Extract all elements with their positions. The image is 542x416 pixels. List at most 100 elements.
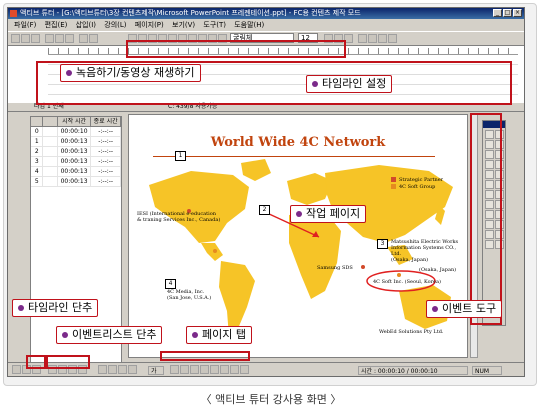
event-start-time: 00:00:13 bbox=[58, 177, 92, 186]
group-marker bbox=[397, 273, 401, 277]
label-osaka: (Osaka, Japan) bbox=[419, 267, 457, 273]
open-file-icon[interactable] bbox=[21, 34, 30, 43]
align-center-icon[interactable] bbox=[378, 34, 387, 43]
page-tab[interactable] bbox=[210, 365, 219, 374]
col-type-header bbox=[43, 117, 58, 126]
event-row[interactable]: 4 00:00:13 -:--:-- bbox=[31, 167, 121, 177]
label-4c-korea: 4C Soft Inc. (Seoul, Korea) bbox=[373, 279, 441, 285]
event-type-icon bbox=[43, 157, 58, 166]
menu-insert[interactable]: 삽입(I) bbox=[76, 21, 96, 29]
callout-dot-icon bbox=[18, 305, 24, 311]
cut-icon[interactable] bbox=[45, 34, 54, 43]
page-tab[interactable] bbox=[230, 365, 239, 374]
menu-page[interactable]: 페이지(P) bbox=[135, 21, 164, 29]
page-tab[interactable] bbox=[180, 365, 189, 374]
page-tab[interactable] bbox=[200, 365, 209, 374]
callout-page-tab-text: 페이지 탭 bbox=[202, 328, 246, 341]
event-list-header: 시작 시간 종료 시간 bbox=[31, 117, 121, 127]
callout-dot-icon bbox=[62, 332, 68, 338]
event-end-time: -:--:-- bbox=[91, 127, 121, 136]
font-color-icon[interactable] bbox=[358, 34, 367, 43]
world-map bbox=[149, 159, 453, 337]
event-start-time: 00:00:10 bbox=[58, 127, 92, 136]
event-row[interactable]: 1 00:00:13 -:--:-- bbox=[31, 137, 121, 147]
event-end-time: -:--:-- bbox=[91, 167, 121, 176]
left-tool-strip bbox=[11, 116, 27, 363]
event-row[interactable]: 3 00:00:13 -:--:-- bbox=[31, 157, 121, 167]
page-tab[interactable] bbox=[190, 365, 199, 374]
event-number: 1 bbox=[31, 137, 44, 146]
new-file-icon[interactable] bbox=[11, 34, 20, 43]
status-time: 시간 : 00:00:10 / 00:00:10 bbox=[358, 366, 468, 375]
map-greenland bbox=[241, 159, 271, 181]
figure-caption: 〈 액티브 튜터 강사용 화면 〉 bbox=[200, 393, 342, 406]
event-number: 0 bbox=[31, 127, 44, 136]
event-end-time: -:--:-- bbox=[91, 157, 121, 166]
callout-event-tool-text: 이벤트 도구 bbox=[442, 302, 497, 315]
minimize-icon[interactable]: _ bbox=[493, 9, 502, 17]
map-legend: Strategic Partner 4C Soft Group bbox=[391, 177, 443, 191]
menu-view[interactable]: 보기(V) bbox=[172, 21, 195, 29]
undo-icon[interactable] bbox=[79, 34, 88, 43]
work-page-canvas[interactable]: World Wide 4C Network 1 Strategic Partne… bbox=[128, 114, 468, 358]
save-icon[interactable] bbox=[31, 34, 40, 43]
page-tab[interactable] bbox=[170, 365, 179, 374]
callout-page-tab: 페이지 탭 bbox=[186, 326, 252, 344]
close-icon[interactable]: × bbox=[513, 9, 522, 17]
maximize-icon[interactable]: □ bbox=[503, 9, 512, 17]
menu-help[interactable]: 도움말(H) bbox=[234, 21, 264, 29]
event-start-time: 00:00:13 bbox=[58, 147, 92, 156]
event-list-button-highlight bbox=[46, 355, 90, 369]
page-last-icon[interactable] bbox=[128, 365, 137, 374]
callout-work-page: 작업 페이지 bbox=[290, 205, 367, 223]
window-controls: _ □ × bbox=[493, 9, 522, 17]
redo-icon[interactable] bbox=[89, 34, 98, 43]
page-tab[interactable] bbox=[220, 365, 229, 374]
callout-event-list-button-text: 이벤트리스트 단추 bbox=[72, 328, 157, 341]
callout-dot-icon bbox=[192, 332, 198, 338]
event-number: 3 bbox=[31, 157, 44, 166]
title-bar: 액티브 튜터 - [G:\액티브튜터\3장 컨텐츠제작\Microsoft Po… bbox=[8, 8, 524, 19]
menu-edit[interactable]: 편집(E) bbox=[45, 21, 68, 29]
menu-lecture[interactable]: 강의(L) bbox=[104, 21, 126, 29]
col-start-header[interactable]: 시작 시간 bbox=[58, 117, 92, 126]
event-list-rows: 0 00:00:10 -:--:-- 1 00:00:13 -:--:-- 2 00:00:1… bbox=[31, 127, 121, 187]
event-number: 2 bbox=[31, 147, 44, 156]
event-type-icon bbox=[43, 177, 58, 186]
event-number: 4 bbox=[31, 167, 44, 176]
event-start-time: 00:00:13 bbox=[58, 167, 92, 176]
map-central-america bbox=[201, 243, 223, 261]
event-type-icon bbox=[43, 137, 58, 146]
callout-work-page-text: 작업 페이지 bbox=[306, 207, 361, 220]
align-right-icon[interactable] bbox=[388, 34, 397, 43]
callout-record: 녹음하기/동영상 재생하기 bbox=[60, 64, 201, 82]
event-start-time: 00:00:13 bbox=[58, 137, 92, 146]
app-icon bbox=[10, 10, 17, 17]
event-row[interactable]: 5 00:00:13 -:--:-- bbox=[31, 177, 121, 187]
label-4c-media: 4C Media, Inc. (San Jose, U.S.A.) bbox=[167, 289, 212, 301]
event-type-icon bbox=[43, 167, 58, 176]
callout-timeline-button: 타임라인 단추 bbox=[12, 299, 99, 317]
page-prev-icon[interactable] bbox=[108, 365, 117, 374]
callout-record-text: 녹음하기/동영상 재생하기 bbox=[76, 66, 195, 79]
legend-group: 4C Soft Group bbox=[399, 184, 436, 190]
event-row[interactable]: 0 00:00:10 -:--:-- bbox=[31, 127, 121, 137]
event-type-icon bbox=[43, 147, 58, 156]
paste-icon[interactable] bbox=[65, 34, 74, 43]
menu-tools[interactable]: 도구(T) bbox=[203, 21, 226, 29]
callout-dot-icon bbox=[312, 81, 318, 87]
window-title: 액티브 튜터 - [G:\액티브튜터\3장 컨텐츠제작\Microsoft Po… bbox=[20, 9, 361, 17]
copy-icon[interactable] bbox=[55, 34, 64, 43]
align-left-icon[interactable] bbox=[368, 34, 377, 43]
page-tab[interactable] bbox=[240, 365, 249, 374]
event-row[interactable]: 2 00:00:13 -:--:-- bbox=[31, 147, 121, 157]
col-end-header[interactable]: 종료 시간 bbox=[91, 117, 121, 126]
menu-file[interactable]: 파일(F) bbox=[14, 21, 36, 29]
callout-timeline-text: 타임라인 설정 bbox=[322, 77, 387, 90]
page-next-icon[interactable] bbox=[118, 365, 127, 374]
page-first-icon[interactable] bbox=[98, 365, 107, 374]
timeline-toggle-icon[interactable] bbox=[12, 365, 21, 374]
page-tab-highlight bbox=[160, 351, 250, 361]
ime-indicator: 가 bbox=[148, 366, 164, 375]
label-webed: WebEd Solutions Pty Ltd. bbox=[379, 329, 444, 335]
